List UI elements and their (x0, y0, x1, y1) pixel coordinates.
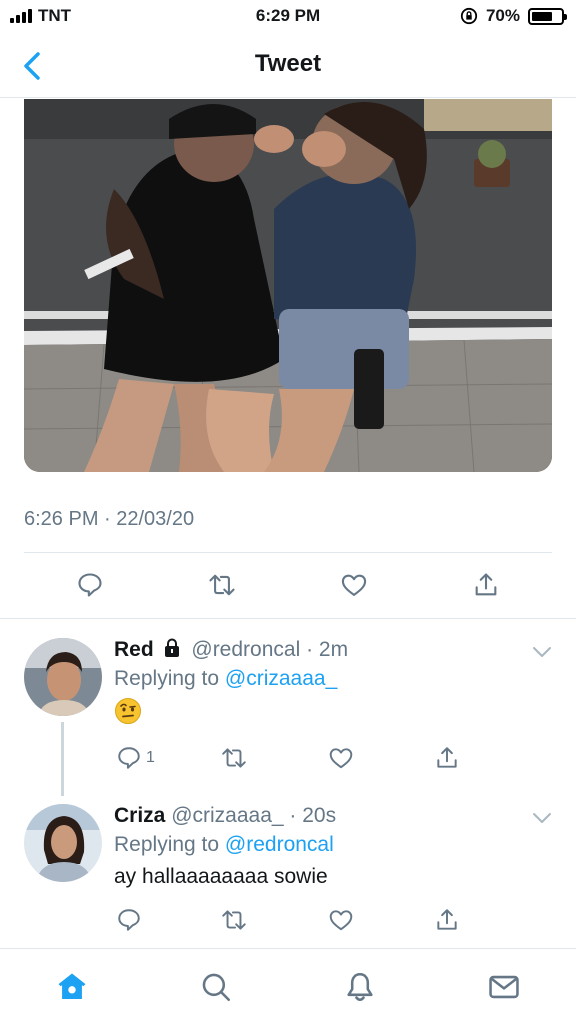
raised-eyebrow-emoji-icon (115, 698, 141, 725)
page-title: Tweet (254, 50, 322, 77)
chevron-down-icon[interactable] (530, 640, 554, 664)
bottom-tab-bar (0, 948, 576, 1024)
reply-icon (118, 747, 140, 769)
reply-body: Criza @crizaaaa_ · 20s Replying to @redr… (114, 802, 552, 892)
retweet-icon (222, 910, 246, 930)
chevron-down-icon[interactable] (530, 806, 554, 830)
replying-to-link[interactable]: @redroncal (225, 833, 334, 856)
avatar-image (24, 804, 102, 882)
replying-to-link[interactable]: @crizaaaa_ (225, 667, 337, 690)
tweet-timestamp: 6:26 PM · 22/03/20 (24, 508, 195, 530)
replying-to: Replying to @crizaaaa_ (114, 664, 552, 694)
tab-messages[interactable] (484, 967, 524, 1007)
reply-icon (118, 909, 140, 931)
like-icon (329, 910, 353, 931)
divider (24, 552, 552, 553)
like-icon (329, 748, 353, 769)
home-icon (58, 973, 86, 1000)
reply-item[interactable]: Criza @crizaaaa_ · 20s Replying to @redr… (0, 802, 576, 946)
section-divider (0, 618, 576, 619)
status-right: 70% (460, 6, 567, 26)
share-icon (475, 573, 497, 596)
retweet-button[interactable] (202, 565, 242, 605)
reply-author-name[interactable]: Red (114, 638, 154, 661)
retweet-icon (209, 574, 235, 596)
nav-header: Tweet (0, 34, 576, 98)
tab-home[interactable] (52, 967, 92, 1007)
rotation-lock-icon (460, 7, 478, 25)
share-button[interactable] (434, 902, 460, 938)
avatar[interactable] (24, 804, 102, 882)
battery-fill (532, 11, 552, 21)
reply-age: 20s (302, 804, 337, 827)
avatar[interactable] (24, 638, 102, 716)
share-button[interactable] (434, 740, 460, 776)
share-button[interactable] (466, 565, 506, 605)
replying-to: Replying to @redroncal (114, 830, 552, 860)
reply-text (114, 696, 552, 726)
reply-header: Criza @crizaaaa_ · 20s (114, 802, 552, 830)
reply-actions (114, 902, 554, 938)
reply-button[interactable] (70, 565, 110, 605)
replying-to-label: Replying to (114, 667, 225, 690)
battery-icon (528, 7, 567, 25)
share-icon (437, 747, 457, 768)
retweet-button[interactable] (220, 740, 248, 776)
meta-separator: · (300, 638, 319, 661)
reply-count: 1 (146, 749, 155, 766)
reply-age: 2m (318, 638, 349, 661)
retweet-button[interactable] (220, 902, 248, 938)
notifications-icon (347, 972, 373, 1002)
replying-to-label: Replying to (114, 833, 225, 856)
tweet-photo[interactable] (24, 99, 552, 472)
thread-connector (61, 722, 64, 796)
reply-button[interactable]: 1 (116, 740, 155, 776)
like-button[interactable] (328, 740, 354, 776)
photo-image (24, 99, 552, 472)
tweet-actions (0, 565, 576, 607)
meta-separator: · (283, 804, 303, 827)
like-button[interactable] (334, 565, 374, 605)
status-bar: TNT 6:29 PM 70% (0, 0, 576, 34)
reply-button[interactable] (116, 902, 146, 938)
reply-body: Red @redroncal · 2m Replying to @crizaaa… (114, 636, 552, 726)
messages-icon (489, 975, 519, 999)
search-icon (202, 973, 231, 1002)
tab-notifications[interactable] (340, 967, 380, 1007)
avatar-image (24, 638, 102, 716)
share-icon (437, 909, 457, 930)
battery-percent: 70% (485, 6, 520, 25)
like-icon (341, 574, 367, 596)
like-button[interactable] (328, 902, 354, 938)
tab-search[interactable] (196, 967, 236, 1007)
reply-text: ay hallaaaaaaaa sowie (114, 865, 328, 888)
reply-item[interactable]: Red @redroncal · 2m Replying to @crizaaa… (0, 636, 576, 786)
reply-author-name[interactable]: Criza (114, 804, 165, 827)
reply-handle[interactable]: @crizaaaa_ (171, 804, 283, 827)
reply-handle[interactable]: @redroncal (191, 638, 300, 661)
retweet-icon (222, 748, 246, 768)
reply-actions: 1 (114, 740, 554, 776)
protected-lock-icon (164, 638, 179, 657)
reply-icon (78, 573, 102, 597)
reply-header: Red @redroncal · 2m (114, 636, 552, 664)
